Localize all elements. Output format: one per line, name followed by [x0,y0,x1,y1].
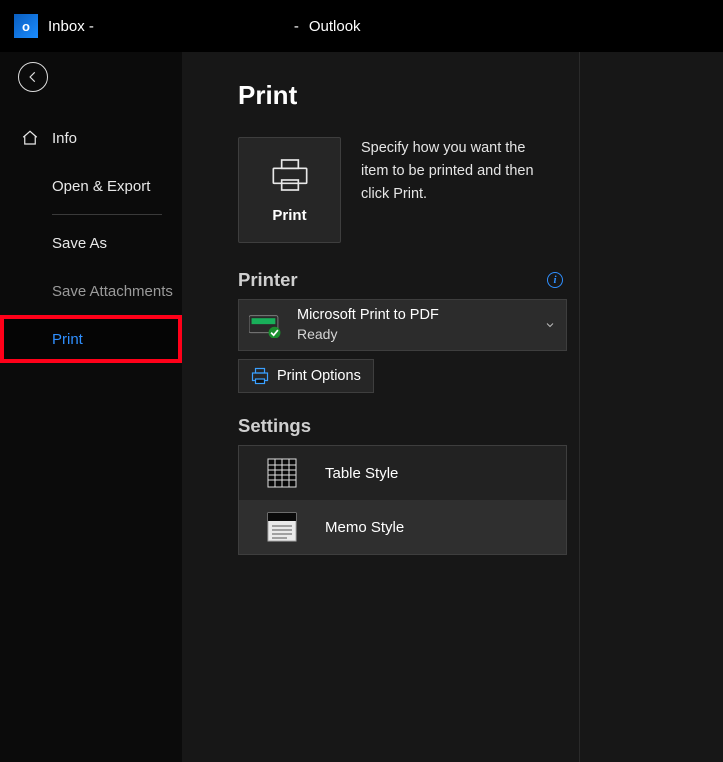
sidebar-label-save-attachments: Save Attachments [52,283,173,300]
chevron-down-icon [544,319,556,331]
print-description: Specify how you want the item to be prin… [361,137,551,243]
style-list: Table Style Memo Style [238,445,567,555]
print-button[interactable]: Print [238,137,341,243]
titlebar-dash: - [294,18,299,35]
printer-device-icon [249,312,283,338]
content-area: Print Print Specify how you want the ite… [182,52,723,762]
titlebar-account-redacted [104,17,284,35]
titlebar: o Inbox - - Outlook [0,0,723,52]
print-options-label: Print Options [277,368,361,384]
sidebar-item-save-attachments[interactable]: Save Attachments [0,267,182,315]
page-title: Print [182,80,579,111]
sidebar-divider [52,214,162,215]
style-table[interactable]: Table Style [239,446,566,500]
sidebar-label-info: Info [52,130,77,147]
printer-heading: Printer [238,269,298,291]
sidebar-item-info[interactable]: Info [0,114,182,162]
sidebar-item-save-as[interactable]: Save As [0,219,182,267]
sidebar-label-print: Print [52,331,83,348]
outlook-logo-icon: o [14,14,38,38]
print-options-button[interactable]: Print Options [238,359,374,393]
printer-dropdown[interactable]: Microsoft Print to PDF Ready [238,299,567,351]
sidebar-label-open-export: Open & Export [52,178,150,195]
printer-info-icon[interactable]: i [547,272,563,288]
home-icon [20,129,40,147]
sidebar-label-save-as: Save As [52,235,107,252]
arrow-left-icon [26,70,40,84]
print-button-label: Print [272,207,306,224]
printer-status: Ready [297,325,439,343]
style-table-label: Table Style [325,465,398,482]
sidebar-item-print[interactable]: Print [0,315,182,363]
settings-heading: Settings [238,415,311,437]
print-options-icon [251,367,269,385]
backstage-sidebar: Info Open & Export Save As Save Attachme… [0,52,182,762]
back-button[interactable] [18,62,48,92]
titlebar-folder: Inbox - [48,18,94,35]
titlebar-appname: Outlook [309,18,361,35]
sidebar-item-open-export[interactable]: Open & Export [0,162,182,210]
style-memo-label: Memo Style [325,519,404,536]
printer-icon [270,157,310,193]
table-style-icon [267,458,297,488]
memo-style-icon [267,512,297,542]
style-memo[interactable]: Memo Style [239,500,566,554]
printer-name: Microsoft Print to PDF [297,306,439,325]
